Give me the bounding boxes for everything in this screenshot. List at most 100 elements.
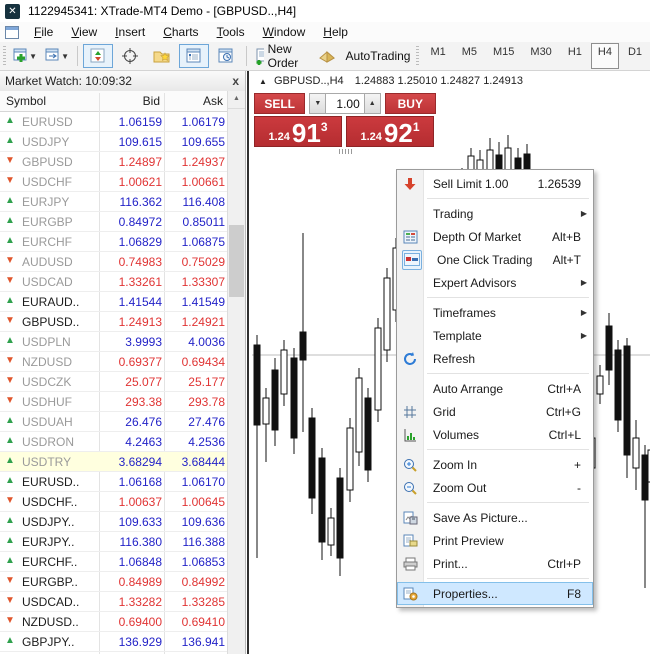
close-icon[interactable]: x: [232, 75, 239, 87]
menu-item-print[interactable]: Print...Ctrl+P: [397, 552, 593, 575]
market-watch-row[interactable]: ▼AUDUSD0.749830.75029: [0, 252, 228, 272]
column-ask[interactable]: Ask: [165, 94, 223, 108]
depth-of-market-icon: [402, 229, 418, 245]
bid-value: 109.615: [100, 135, 162, 149]
menu-item-zoom-in[interactable]: Zoom In+: [397, 453, 593, 476]
ask-value: 1.33307: [165, 275, 225, 289]
buy-price-box[interactable]: 1.24 92 1: [346, 116, 434, 147]
menu-item-save-as-picture[interactable]: Save As Picture...: [397, 506, 593, 529]
trend-down-icon: ▼: [5, 355, 15, 366]
market-watch-row[interactable]: ▲USDJPY109.615109.655: [0, 132, 228, 152]
menu-item-auto-arrange[interactable]: Auto ArrangeCtrl+A: [397, 377, 593, 400]
symbol-name: USDCHF..: [22, 495, 77, 509]
crosshair-button[interactable]: [115, 44, 145, 68]
menu-item-depth-of-market[interactable]: Depth Of MarketAlt+B: [397, 225, 593, 248]
scroll-up-arrow-icon[interactable]: ▲: [228, 91, 245, 109]
toolbar-grip[interactable]: [3, 46, 6, 66]
new-order-label: New Order: [268, 42, 302, 70]
amount-decrease-button[interactable]: ▼: [309, 93, 326, 114]
market-watch-row[interactable]: ▼USDHUF293.38293.78: [0, 392, 228, 412]
market-watch-row[interactable]: ▼USDCHF..1.006371.00645: [0, 492, 228, 512]
column-bid[interactable]: Bid: [100, 94, 160, 108]
market-watch-row[interactable]: ▼USDCZK25.07725.177: [0, 372, 228, 392]
market-watch-row[interactable]: ▼GBPUSD..1.249131.24921: [0, 312, 228, 332]
new-chart-button[interactable]: ▼: [10, 44, 40, 68]
market-watch-row[interactable]: ▲EURGBP0.849720.85011: [0, 212, 228, 232]
menu-item-one-click-trading[interactable]: One Click TradingAlt+T: [397, 248, 593, 271]
market-watch-row[interactable]: ▲EURCHF..1.068481.06853: [0, 552, 228, 572]
menubar-item-view[interactable]: View: [62, 23, 106, 41]
widget-collapse-handle[interactable]: [254, 149, 436, 154]
timeframe-button-h4[interactable]: H4: [591, 43, 619, 69]
autotrading-button[interactable]: AutoTrading: [347, 44, 406, 68]
amount-increase-button[interactable]: ▲: [364, 93, 381, 114]
toolbar-grip[interactable]: [416, 46, 419, 66]
market-watch-row[interactable]: ▲USDRON4.24634.2536: [0, 432, 228, 452]
market-watch-row[interactable]: ▼USDCAD..1.332821.33285: [0, 592, 228, 612]
scrollbar-thumb[interactable]: [229, 225, 244, 297]
market-watch-row[interactable]: ▲USDJPY..109.633109.636: [0, 512, 228, 532]
menu-item-sell-limit-1-00[interactable]: Sell Limit 1.001.26539: [397, 172, 593, 195]
menu-item-print-preview[interactable]: Print Preview: [397, 529, 593, 552]
market-watch-row[interactable]: ▼GBPUSD1.248971.24937: [0, 152, 228, 172]
menu-item-zoom-out[interactable]: Zoom Out-: [397, 476, 593, 499]
timeframe-button-m15[interactable]: M15: [486, 43, 521, 69]
menu-item-grid[interactable]: GridCtrl+G: [397, 400, 593, 423]
trend-up-icon: ▲: [5, 215, 15, 226]
menubar-item-help[interactable]: Help: [314, 23, 357, 41]
expert-advisors-button[interactable]: [312, 44, 342, 68]
menu-item-timeframes[interactable]: Timeframes▶: [397, 301, 593, 324]
strategy-tester-button[interactable]: [211, 44, 241, 68]
sell-price-big: 91: [292, 121, 321, 145]
menu-item-volumes[interactable]: VolumesCtrl+L: [397, 423, 593, 446]
sell-button[interactable]: SELL: [254, 93, 305, 114]
timeframe-button-m1[interactable]: M1: [423, 43, 452, 69]
market-watch-row[interactable]: ▼NZDUSD0.693770.69434: [0, 352, 228, 372]
timeframe-button-m30[interactable]: M30: [523, 43, 558, 69]
timeframe-button-d1[interactable]: D1: [621, 43, 649, 69]
market-watch-row[interactable]: ▼NZDUSD..0.694000.69410: [0, 612, 228, 632]
lot-amount-input[interactable]: 1.00: [326, 93, 364, 114]
menubar-item-file[interactable]: File: [25, 23, 62, 41]
market-watch-column-header[interactable]: Symbol Bid Ask: [0, 91, 228, 112]
market-watch-row[interactable]: ▼USDCHF1.006211.00661: [0, 172, 228, 192]
menu-item-template[interactable]: Template▶: [397, 324, 593, 347]
market-watch-row[interactable]: ▲EURJPY116.362116.408: [0, 192, 228, 212]
autotrading-label: AutoTrading: [346, 49, 411, 63]
market-watch-row[interactable]: ▲USDUAH26.47627.476: [0, 412, 228, 432]
profiles-button[interactable]: ▼: [42, 44, 72, 68]
menu-item-trading[interactable]: Trading▶: [397, 202, 593, 225]
navigator-button[interactable]: [147, 44, 177, 68]
menu-item-label: Print Preview: [433, 534, 504, 548]
menubar-item-tools[interactable]: Tools: [208, 23, 254, 41]
market-watch-row[interactable]: ▲USDPLN3.99934.0036: [0, 332, 228, 352]
menubar-item-charts[interactable]: Charts: [154, 23, 207, 41]
market-watch-row[interactable]: ▲USDTRY3.682943.68444: [0, 452, 228, 472]
menubar-item-window[interactable]: Window: [254, 23, 315, 41]
properties-icon: [402, 586, 418, 602]
market-watch-toggle-button[interactable]: [83, 44, 113, 68]
new-order-button[interactable]: New Order: [251, 44, 304, 68]
market-watch-row[interactable]: ▲GBPJPY..136.929136.941: [0, 632, 228, 652]
menubar-item-insert[interactable]: Insert: [106, 23, 154, 41]
timeframe-button-m5[interactable]: M5: [455, 43, 484, 69]
timeframe-button-h1[interactable]: H1: [561, 43, 589, 69]
market-watch-row[interactable]: ▼EURGBP..0.849890.84992: [0, 572, 228, 592]
market-watch-row[interactable]: ▲EURAUD..1.415441.41549: [0, 292, 228, 312]
market-watch-scrollbar[interactable]: ▲: [227, 91, 245, 654]
terminal-button[interactable]: [179, 44, 209, 68]
market-watch-row[interactable]: ▲EURJPY..116.380116.388: [0, 532, 228, 552]
app-logo-icon: ✕: [5, 4, 20, 19]
buy-button[interactable]: BUY: [385, 93, 436, 114]
market-watch-row[interactable]: ▲EURUSD1.061591.06179: [0, 112, 228, 132]
column-symbol[interactable]: Symbol: [6, 94, 46, 108]
menu-item-refresh[interactable]: Refresh: [397, 347, 593, 370]
menu-item-expert-advisors[interactable]: Expert Advisors▶: [397, 271, 593, 294]
chart-window-icon[interactable]: [5, 26, 19, 39]
sell-price-box[interactable]: 1.24 91 3: [254, 116, 342, 147]
market-watch-row[interactable]: ▲EURCHF1.068291.06875: [0, 232, 228, 252]
market-watch-row[interactable]: ▼USDCAD1.332611.33307: [0, 272, 228, 292]
market-watch-row[interactable]: ▲EURUSD..1.061681.06170: [0, 472, 228, 492]
ask-value: 1.06875: [165, 235, 225, 249]
menu-item-properties[interactable]: Properties...F8: [397, 582, 593, 605]
